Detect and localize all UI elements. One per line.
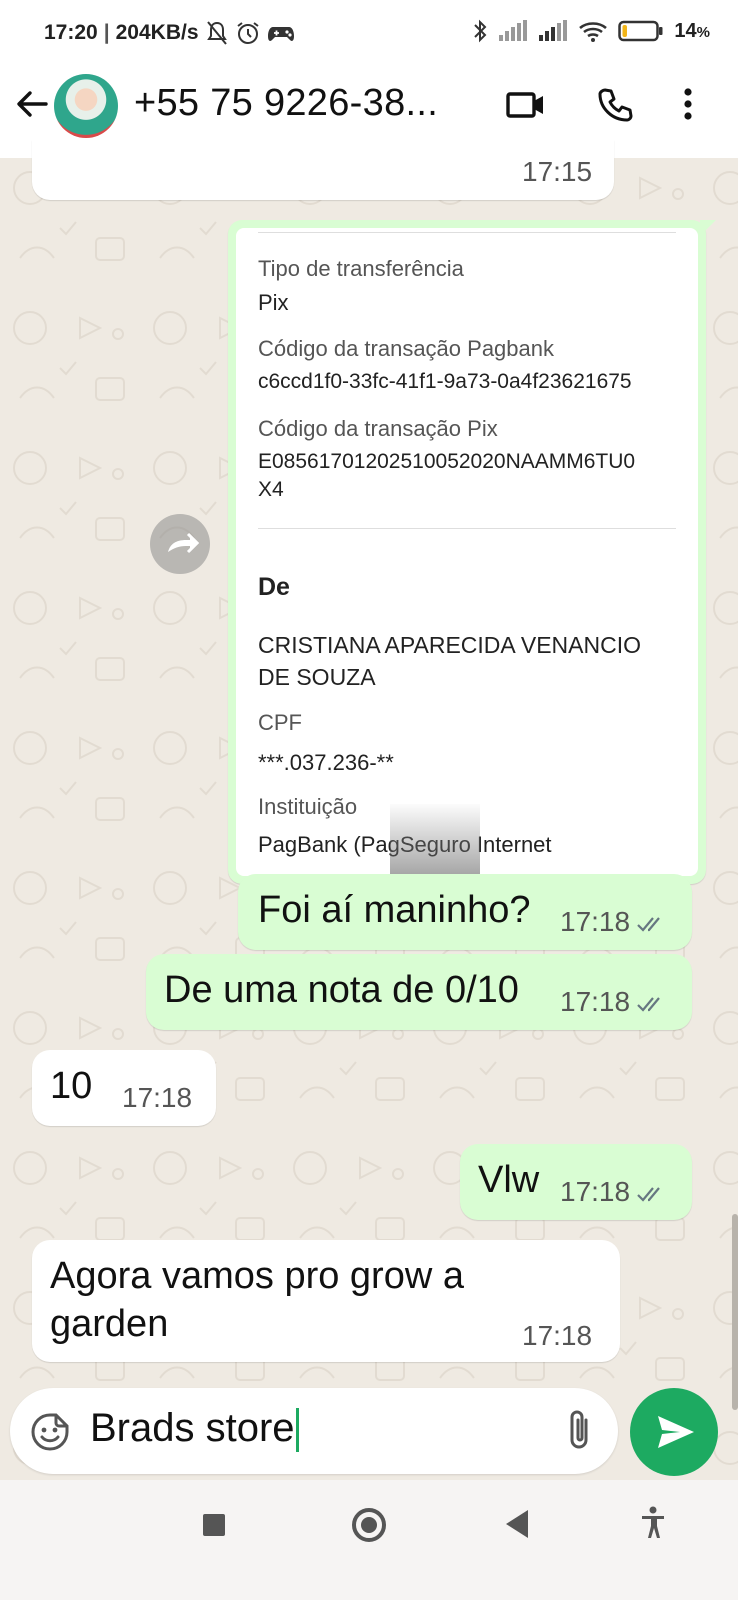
recents-button[interactable] — [203, 1514, 225, 1536]
receipt-label: Tipo de transferência — [258, 256, 464, 281]
status-time: 17:20 — [44, 21, 98, 44]
receipt-label: Instituição — [258, 794, 358, 819]
home-button[interactable] — [352, 1508, 386, 1542]
receipt-value: c6ccd1f0-33fc-41f1-9a73-0a4f23621675 — [258, 370, 632, 393]
accessibility-icon[interactable] — [640, 1506, 666, 1540]
battery-icon — [618, 20, 663, 42]
divider — [258, 528, 676, 529]
message-text: garden — [50, 1303, 169, 1345]
message-bubble-incoming[interactable]: Agora vamos pro grow a garden 17:18 — [32, 1240, 620, 1362]
alarm-icon — [236, 22, 259, 44]
receipt-value: E08561701202510052020NAAMM6TU0 — [258, 450, 636, 473]
image-blur — [390, 804, 480, 876]
attach-icon[interactable] — [564, 1408, 594, 1452]
phone-icon[interactable] — [596, 86, 634, 124]
network-speed: 204KB/s — [115, 21, 199, 44]
forward-button[interactable] — [150, 514, 210, 574]
message-time: 17:18 — [560, 906, 666, 938]
receipt-label: Código da transação Pix — [258, 416, 498, 441]
wifi-icon — [579, 22, 608, 42]
signal-icon — [539, 20, 568, 41]
message-input[interactable]: Brads store — [90, 1406, 299, 1453]
text-caret — [295, 1408, 299, 1453]
message-time: 17:18 — [560, 986, 666, 1018]
message-bubble-incoming[interactable]: 17:15 — [32, 140, 614, 200]
receipt-label: CPF — [258, 710, 302, 735]
game-icon — [267, 27, 294, 41]
avatar[interactable] — [54, 74, 118, 138]
receipt-heading: De — [258, 573, 290, 601]
system-back-button[interactable] — [506, 1510, 528, 1538]
message-time: 17:15 — [522, 156, 593, 187]
message-time: 17:18 — [560, 1176, 666, 1208]
contact-name[interactable]: +55 75 9226-38... — [134, 82, 438, 125]
bluetooth-icon — [474, 19, 487, 43]
message-composer[interactable]: Brads store — [10, 1388, 618, 1474]
battery-percent: 14 — [674, 19, 697, 42]
send-button[interactable] — [630, 1388, 718, 1476]
video-call-icon[interactable] — [506, 88, 546, 122]
forward-icon — [168, 532, 200, 554]
divider — [258, 232, 676, 233]
receipt-value: CRISTIANA APARECIDA VENANCIO — [258, 632, 642, 658]
receipt-value: Pix — [258, 290, 289, 315]
message-text: De uma nota de 0/10 — [164, 969, 519, 1011]
receipt-screenshot[interactable]: Tipo de transferência Pix Código da tran… — [236, 228, 698, 876]
receipt-value: X4 — [258, 478, 284, 501]
bubble-tail — [700, 220, 716, 236]
read-ticks-icon — [637, 1186, 660, 1202]
scrollbar[interactable] — [732, 1214, 738, 1410]
receipt-value: DE SOUZA — [258, 664, 376, 690]
status-bar: 17:20 | 204KB/s 14% — [0, 0, 738, 64]
read-ticks-icon — [637, 996, 660, 1012]
message-bubble-outgoing[interactable]: Vlw 17:18 — [460, 1144, 692, 1220]
receipt-value: ***.037.236-** — [258, 750, 394, 775]
send-icon — [658, 1416, 694, 1448]
signal-icon — [499, 20, 528, 41]
message-text: Foi aí maninho? — [258, 889, 531, 931]
message-bubble-outgoing[interactable]: De uma nota de 0/10 17:18 — [146, 954, 692, 1030]
receipt-label: Código da transação Pagbank — [258, 336, 554, 361]
battery-unit: % — [696, 23, 710, 41]
message-text: 10 — [50, 1065, 93, 1107]
bell-off-icon — [206, 21, 227, 45]
message-time: 17:18 — [122, 1082, 193, 1113]
more-vert-icon[interactable] — [682, 86, 694, 122]
emoji-sticker-icon[interactable] — [30, 1412, 70, 1452]
message-time: 17:18 — [522, 1320, 593, 1351]
back-arrow-icon[interactable] — [12, 84, 52, 124]
message-bubble-incoming[interactable]: 10 17:18 — [32, 1050, 216, 1126]
image-message[interactable]: Tipo de transferência Pix Código da tran… — [228, 220, 716, 884]
message-text: Vlw — [478, 1159, 540, 1201]
read-ticks-icon — [637, 916, 660, 932]
message-bubble-outgoing[interactable]: Foi aí maninho? 17:18 — [238, 874, 692, 950]
message-text: Agora vamos pro grow a — [50, 1255, 464, 1297]
system-navigation-bar — [0, 1480, 738, 1600]
